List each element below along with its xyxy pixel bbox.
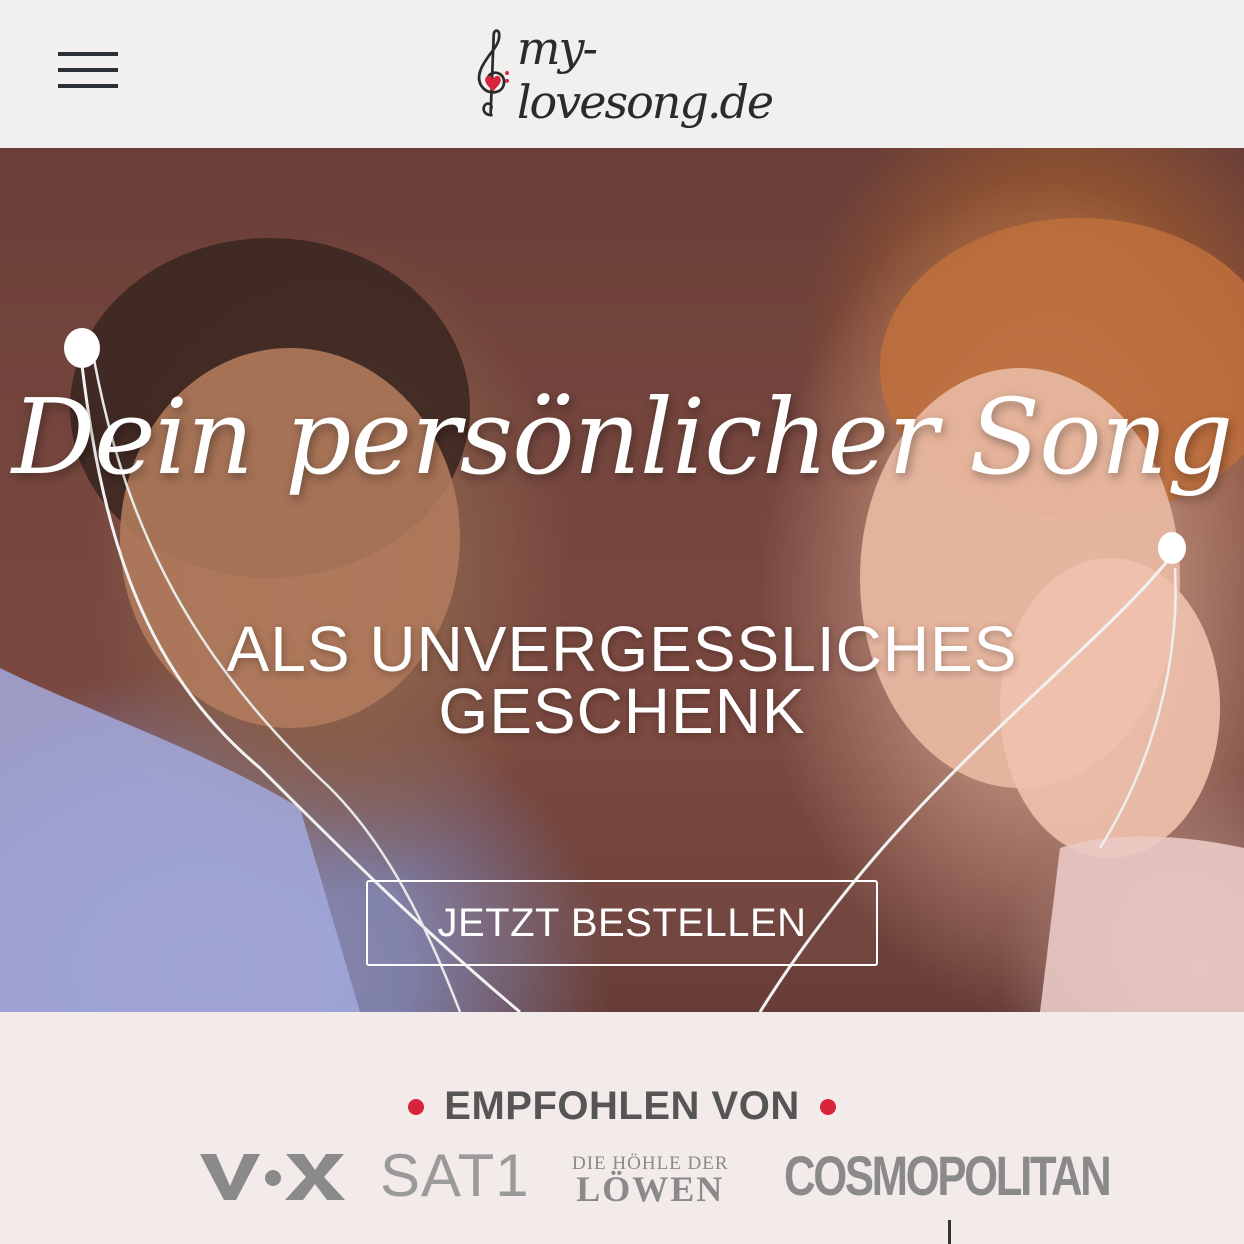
hero-subline-2: GESCHENK [438,675,806,747]
site-header: my-lovesong.de [0,0,1244,148]
logo-text: my-lovesong.de [516,21,774,129]
vox-logo [200,1154,345,1200]
menu-line [58,52,118,56]
featured-heading-text: EMPFOHLEN VON [444,1084,800,1128]
hero-headline: Dein persönlicher Song [11,376,1234,498]
treble-clef-heart-icon [477,29,509,117]
featured-in-section: EMPFOHLEN VON SAT1 DIE HÖHLE DER LÖWEN C… [0,1012,1244,1244]
cosmopolitan-logo-text: COSMOPOLITAN [784,1144,1112,1207]
menu-line [58,68,118,72]
menu-line [58,84,118,88]
featured-heading: EMPFOHLEN VON [0,1084,1244,1129]
hero-subline-1: ALS UNVERGESSLICHES [226,613,1018,685]
press-logos: SAT1 DIE HÖHLE DER LÖWEN COSMOPOLITAN [0,1146,1244,1210]
sat1-logo: SAT1 [380,1146,530,1206]
hero-section: Dein persönlicher Song ALS UNVERGESSLICH… [0,148,1244,1012]
bullet-dot-icon [819,1098,836,1115]
loewen-logo-line-2: LÖWEN [576,1169,725,1209]
hoehle-der-loewen-logo: DIE HÖHLE DER LÖWEN [572,1154,729,1209]
cosmopolitan-logo: COSMOPOLITAN [784,1148,1112,1204]
text-cursor [948,1220,951,1244]
order-now-button[interactable]: JETZT BESTELLEN [366,880,878,966]
hero-subheadline: ALS UNVERGESSLICHES GESCHENK [0,613,1244,747]
site-logo[interactable]: my-lovesong.de [468,14,778,132]
sat1-logo-text: SAT1 [380,1142,530,1209]
hamburger-menu-icon[interactable] [58,52,118,90]
bullet-dot-icon [408,1098,425,1115]
